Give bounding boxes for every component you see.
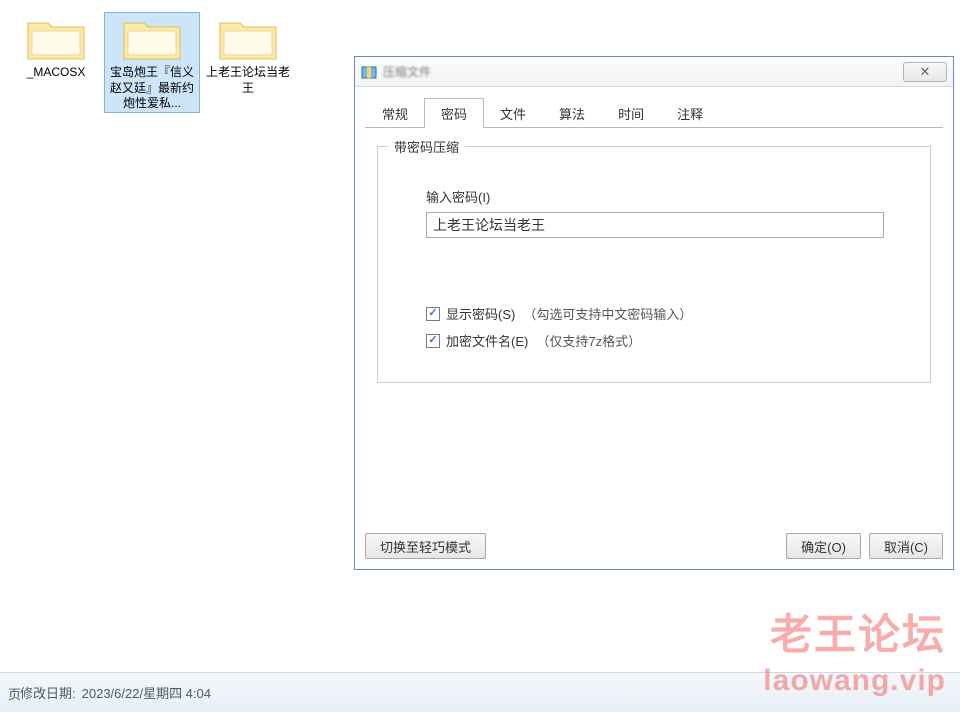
tab-content: 带密码压缩 输入密码(I) 显示密码(S) （勾选可支持中文密码输入） 加密文件… <box>365 128 943 523</box>
show-password-checkbox[interactable] <box>426 307 440 321</box>
encrypt-filenames-hint: （仅支持7z格式） <box>536 331 641 350</box>
folder-label: 宝岛炮王『信义赵又廷』最新约炮性爱私... <box>105 65 199 112</box>
status-bar: 页 修改日期: 2023/6/22/星期四 4:04 <box>0 672 960 712</box>
tab-password[interactable]: 密码 <box>424 98 484 128</box>
ok-button[interactable]: 确定(O) <box>786 533 861 559</box>
switch-mode-button[interactable]: 切换至轻巧模式 <box>365 533 486 559</box>
compress-dialog: 压缩文件 ✕ 常规 密码 文件 算法 时间 注释 带密码压缩 输入密码(I) <box>354 56 954 570</box>
modified-label: 修改日期: <box>20 683 76 702</box>
dialog-footer: 切换至轻巧模式 确定(O) 取消(C) <box>355 523 953 569</box>
encrypt-filenames-label: 加密文件名(E) <box>446 331 528 350</box>
show-password-label: 显示密码(S) <box>446 304 515 323</box>
folder-icon <box>216 13 280 63</box>
tab-general[interactable]: 常规 <box>365 98 425 128</box>
encrypt-filenames-checkbox[interactable] <box>426 334 440 348</box>
archive-icon <box>361 64 377 80</box>
password-label: 输入密码(I) <box>426 187 910 206</box>
show-password-hint: （勾选可支持中文密码输入） <box>523 304 692 323</box>
folder-item[interactable]: _MACOSX <box>8 12 104 113</box>
password-group: 带密码压缩 输入密码(I) 显示密码(S) （勾选可支持中文密码输入） 加密文件… <box>377 146 931 383</box>
tab-strip: 常规 密码 文件 算法 时间 注释 <box>365 97 943 128</box>
group-title: 带密码压缩 <box>388 137 465 156</box>
folder-icon <box>120 13 184 63</box>
folder-label: _MACOSX <box>25 65 88 81</box>
dialog-body: 常规 密码 文件 算法 时间 注释 带密码压缩 输入密码(I) 显示密码(S) … <box>355 87 953 523</box>
folder-label: 上老王论坛当老王 <box>201 65 295 96</box>
tab-algorithm[interactable]: 算法 <box>542 98 602 128</box>
folder-item[interactable]: 上老王论坛当老王 <box>200 12 296 113</box>
tab-files[interactable]: 文件 <box>483 98 543 128</box>
close-button[interactable]: ✕ <box>903 62 947 82</box>
folder-icon <box>24 13 88 63</box>
tab-time[interactable]: 时间 <box>601 98 661 128</box>
dialog-titlebar[interactable]: 压缩文件 ✕ <box>355 57 953 87</box>
cancel-button[interactable]: 取消(C) <box>869 533 943 559</box>
dialog-title: 压缩文件 <box>383 63 903 80</box>
password-input[interactable] <box>426 212 884 238</box>
modified-value: 2023/6/22/星期四 4:04 <box>82 683 211 702</box>
tab-comment[interactable]: 注释 <box>660 98 720 128</box>
status-left-stub: 页 <box>8 684 16 702</box>
folder-item[interactable]: 宝岛炮王『信义赵又廷』最新约炮性爱私... <box>104 12 200 113</box>
